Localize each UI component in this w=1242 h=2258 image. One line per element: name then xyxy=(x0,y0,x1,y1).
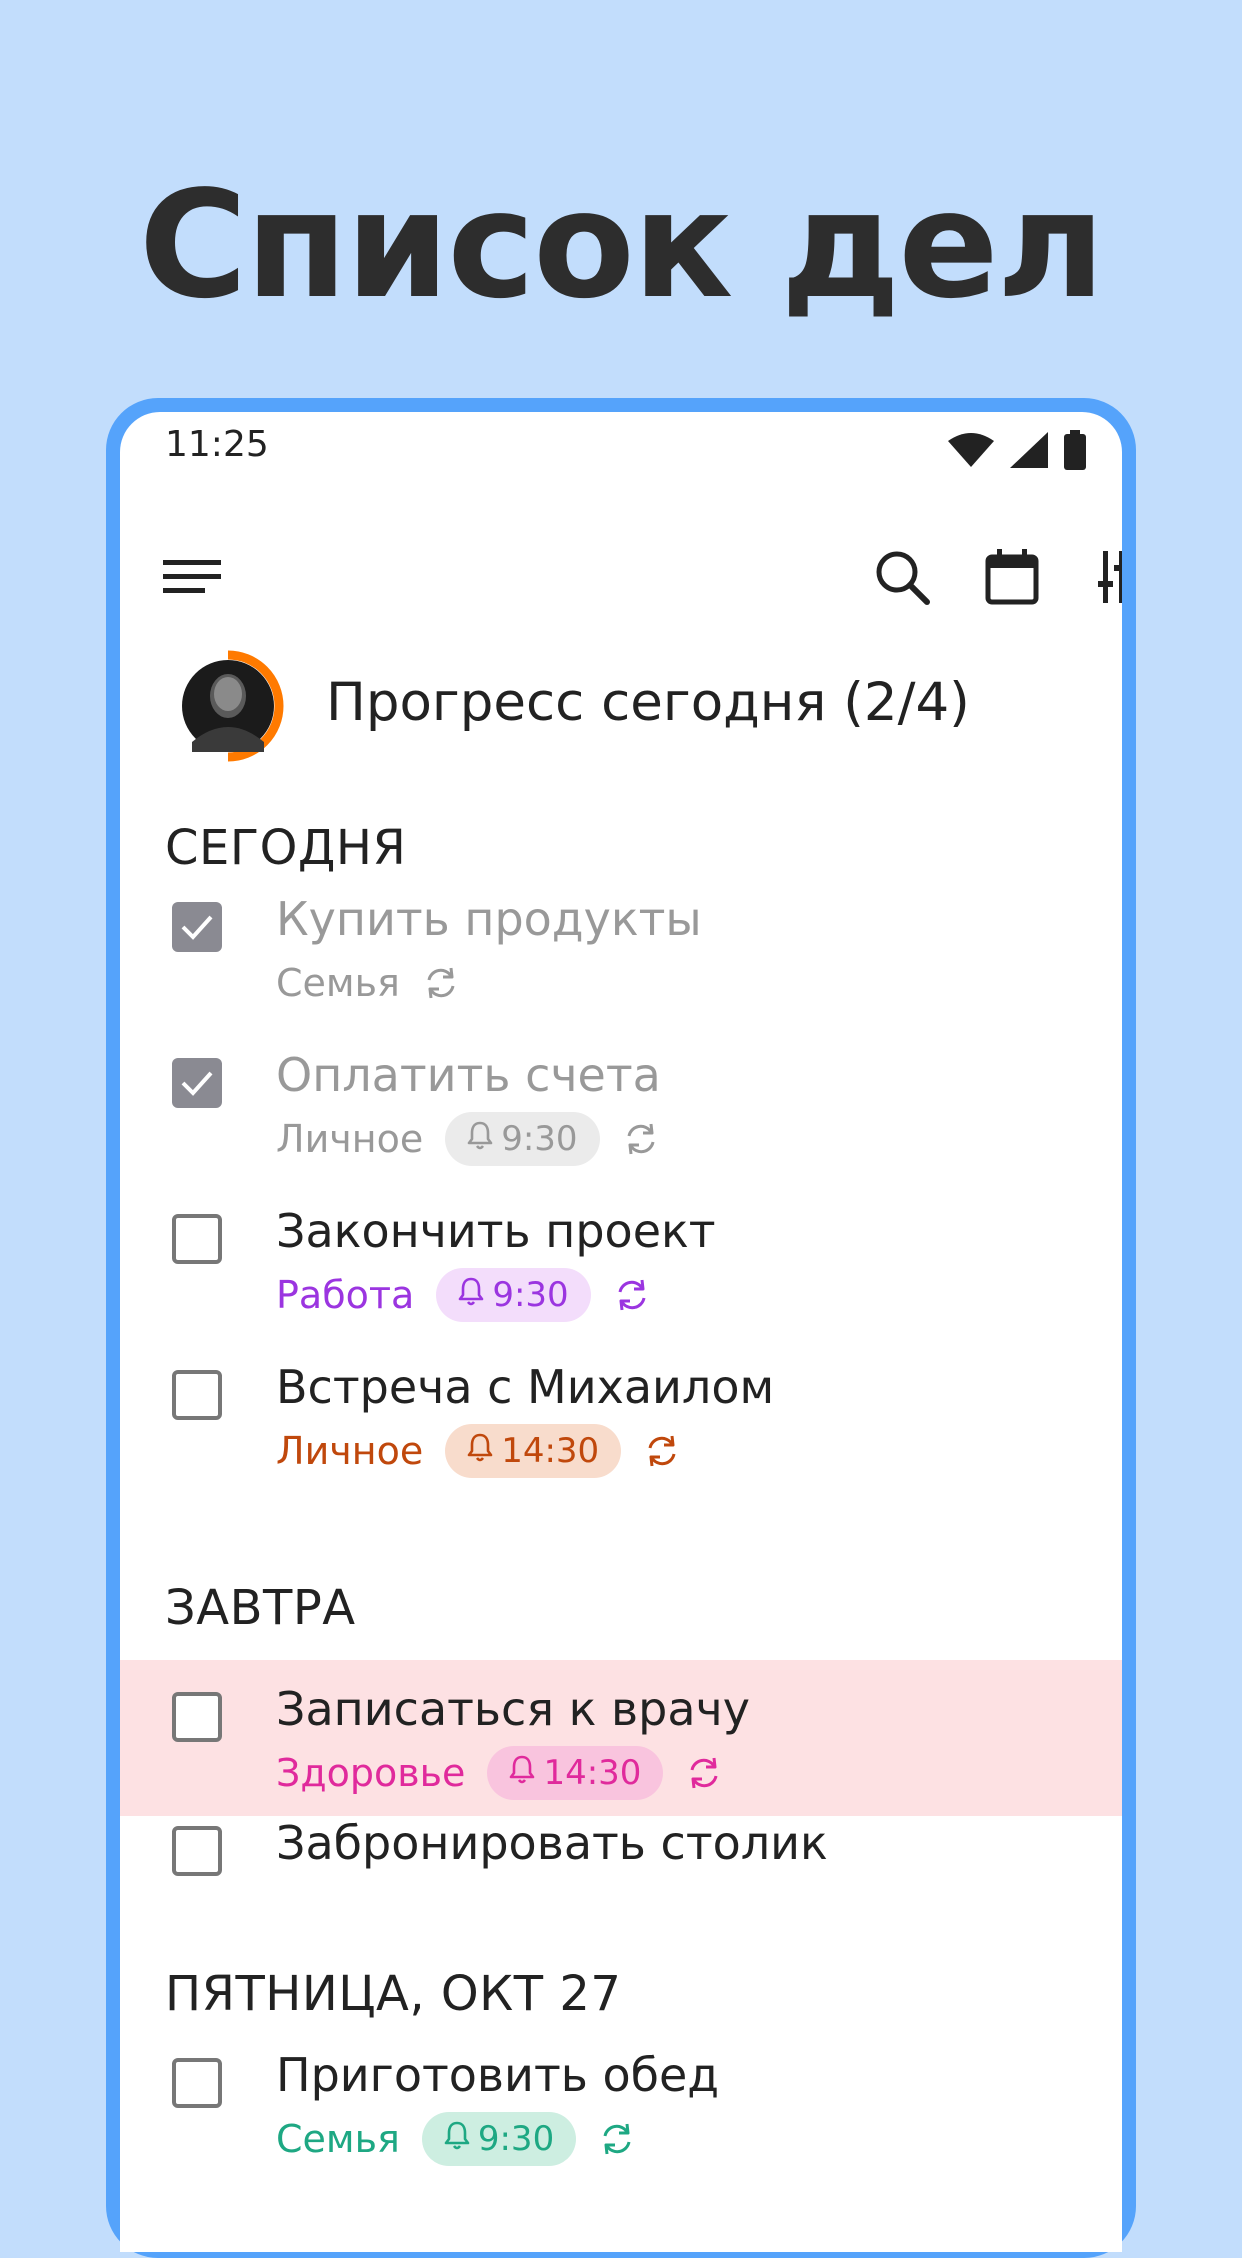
bell-icon xyxy=(467,1431,493,1471)
task-category: Здоровье xyxy=(276,1751,466,1795)
task-row[interactable]: Забронировать столик xyxy=(120,1816,1122,1920)
search-button[interactable] xyxy=(862,522,942,632)
bell-icon xyxy=(458,1275,484,1315)
reminder-badge[interactable]: 9:30 xyxy=(421,2112,577,2166)
repeat-icon xyxy=(422,964,460,1002)
task-title: Встреча с Михаилом xyxy=(276,1360,775,1414)
calendar-button[interactable] xyxy=(972,522,1052,632)
task-meta: Работа 9:30 xyxy=(276,1268,651,1322)
check-icon xyxy=(181,1071,213,1096)
repeat-icon xyxy=(613,1276,651,1314)
calendar-icon xyxy=(985,549,1039,605)
task-title: Купить продукты xyxy=(276,892,702,946)
task-row[interactable]: Встреча с Михаилом Личное 14:30 xyxy=(120,1360,1122,1516)
repeat-icon xyxy=(685,1754,723,1792)
reminder-time: 9:30 xyxy=(477,2119,555,2159)
task-row[interactable]: Оплатить счета Личное 9:30 xyxy=(120,1048,1122,1204)
reminder-time: 14:30 xyxy=(543,1753,642,1793)
search-icon xyxy=(876,551,930,605)
signal-icon xyxy=(1010,432,1048,468)
reminder-badge[interactable]: 14:30 xyxy=(487,1746,664,1800)
task-row[interactable]: Закончить проект Работа 9:30 xyxy=(120,1204,1122,1360)
task-meta: Личное 14:30 xyxy=(276,1424,681,1478)
reminder-time: 9:30 xyxy=(501,1119,578,1159)
task-checkbox[interactable] xyxy=(172,1826,222,1876)
task-title: Записаться к врачу xyxy=(276,1682,750,1736)
task-checkbox[interactable] xyxy=(172,1692,222,1742)
task-category: Семья xyxy=(276,2117,400,2161)
task-checkbox[interactable] xyxy=(172,902,222,952)
repeat-icon xyxy=(622,1120,660,1158)
task-row[interactable]: Купить продукты Семья xyxy=(120,892,1122,1048)
task-meta: Семья 9:30 xyxy=(276,2112,636,2166)
task-checkbox[interactable] xyxy=(172,1058,222,1108)
task-category: Работа xyxy=(276,1273,415,1317)
task-meta: Здоровье 14:30 xyxy=(276,1746,723,1800)
task-category: Семья xyxy=(276,961,400,1005)
task-title: Оплатить счета xyxy=(276,1048,661,1102)
task-row[interactable]: Приготовить обед Семья 9:30 xyxy=(120,2048,1122,2204)
task-checkbox[interactable] xyxy=(172,1370,222,1420)
section-tomorrow: ЗАВТРА xyxy=(165,1580,356,1636)
task-meta: Личное 9:30 xyxy=(276,1112,660,1166)
app-bar xyxy=(120,522,1122,632)
status-bar: 11:25 xyxy=(120,412,1122,492)
task-title: Закончить проект xyxy=(276,1204,716,1258)
app-screen: 11:25 Прогресс сегодня (2/4) СЕГОДНЯ ЗАВ… xyxy=(120,412,1122,2252)
reminder-badge[interactable]: 9:30 xyxy=(445,1112,600,1166)
repeat-icon xyxy=(598,2120,636,2158)
task-title: Забронировать столик xyxy=(276,1816,828,1870)
reminder-badge[interactable]: 14:30 xyxy=(445,1424,622,1478)
progress-label: Прогресс сегодня (2/4) xyxy=(326,672,970,733)
task-category: Личное xyxy=(276,1117,424,1161)
bell-icon xyxy=(467,1119,493,1159)
reminder-time: 9:30 xyxy=(492,1275,569,1315)
menu-button[interactable] xyxy=(152,522,232,632)
section-friday: ПЯТНИЦА, ОКТ 27 xyxy=(165,1966,622,2022)
reminder-time: 14:30 xyxy=(501,1431,600,1471)
task-category: Личное xyxy=(276,1429,424,1473)
task-meta: Семья xyxy=(276,956,460,1010)
battery-icon xyxy=(1064,430,1086,470)
bell-icon xyxy=(444,2119,470,2159)
task-title: Приготовить обед xyxy=(276,2048,720,2102)
section-today: СЕГОДНЯ xyxy=(165,820,407,876)
progress-row[interactable]: Прогресс сегодня (2/4) xyxy=(120,642,1122,772)
task-checkbox[interactable] xyxy=(172,1214,222,1264)
filter-sliders-icon xyxy=(1098,551,1122,603)
reminder-badge[interactable]: 9:30 xyxy=(436,1268,591,1322)
progress-ring xyxy=(176,650,284,762)
avatar xyxy=(172,650,284,762)
status-time: 11:25 xyxy=(165,424,269,465)
headline: Список дел xyxy=(138,159,1105,331)
task-row[interactable]: Записаться к врачу Здоровье 14:30 xyxy=(120,1660,1122,1816)
repeat-icon xyxy=(643,1432,681,1470)
task-checkbox[interactable] xyxy=(172,2058,222,2108)
menu-icon xyxy=(163,560,221,593)
wifi-icon xyxy=(948,433,994,467)
filter-button[interactable] xyxy=(1082,522,1122,632)
check-icon xyxy=(181,915,213,940)
bell-icon xyxy=(509,1753,535,1793)
